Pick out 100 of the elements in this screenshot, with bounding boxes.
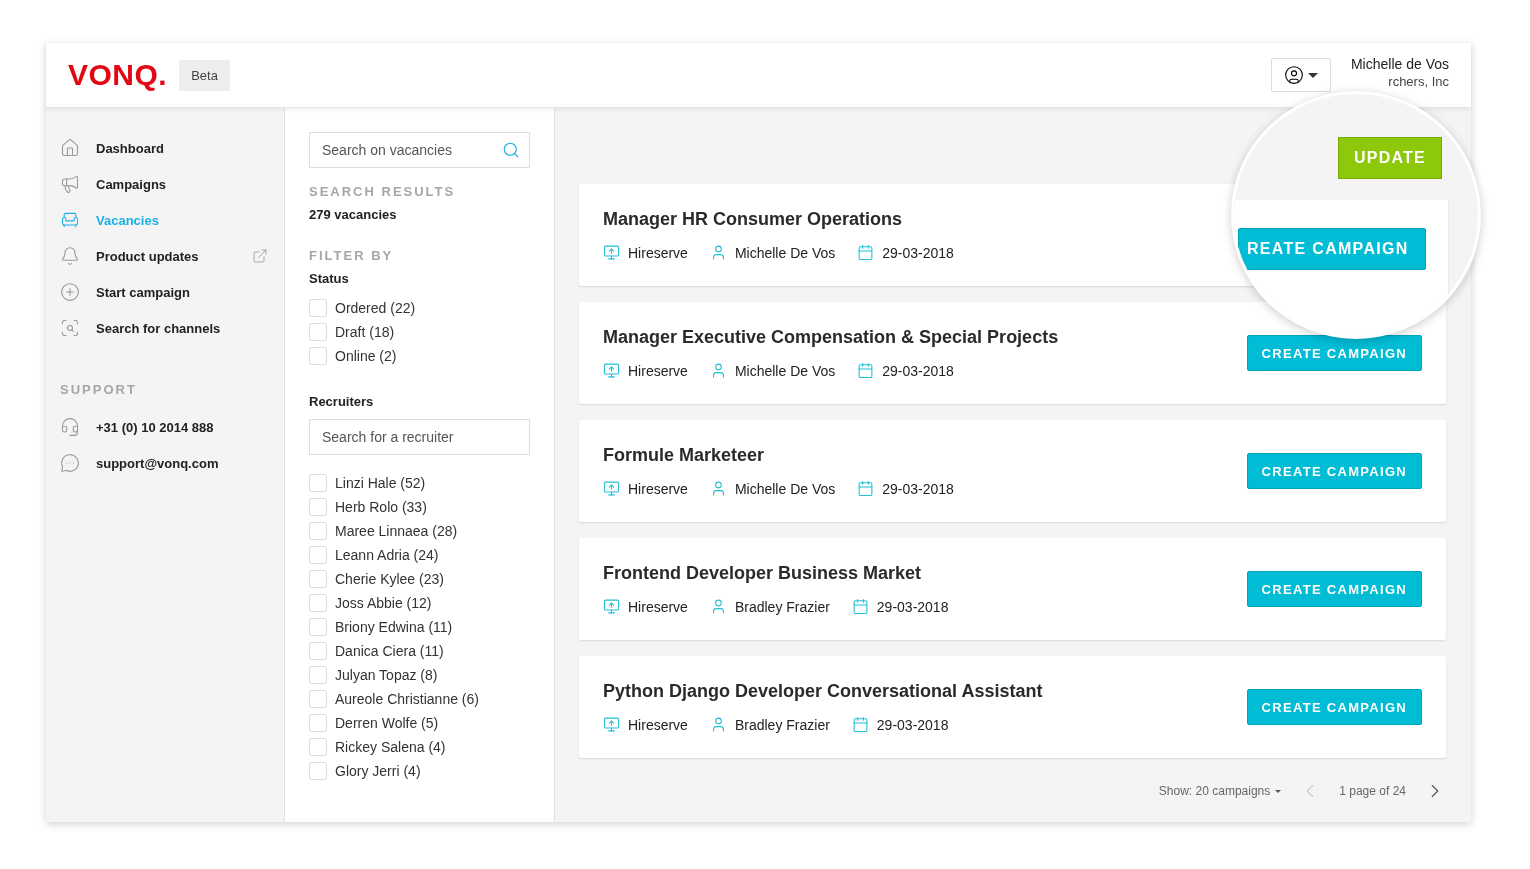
calendar-icon <box>857 362 875 379</box>
checkbox-row[interactable]: Joss Abbie (12) <box>309 591 530 615</box>
beta-badge: Beta <box>179 59 230 91</box>
checkbox-label: Rickey Salena (4) <box>335 739 446 755</box>
checkbox-row[interactable]: Briony Edwina (11) <box>309 615 530 639</box>
search-field[interactable]: Search on vacancies <box>309 132 530 168</box>
checkbox-label: Joss Abbie (12) <box>335 595 432 611</box>
checkbox[interactable] <box>309 690 327 708</box>
vacancy-title[interactable]: Frontend Developer Business Market <box>603 563 922 584</box>
checkbox-row[interactable]: Glory Jerri (4) <box>309 759 530 783</box>
support-link[interactable]: +31 (0) 10 2014 888 <box>60 409 270 445</box>
company-name: Hireserve <box>628 598 688 615</box>
checkbox-row[interactable]: Ordered (22) <box>309 296 530 320</box>
checkbox-row[interactable]: Linzi Hale (52) <box>309 471 530 495</box>
nav-item[interactable]: Dashboard <box>60 130 270 166</box>
recruiter-name: Michelle De Vos <box>734 362 836 379</box>
monitor-upload-icon <box>603 480 620 497</box>
user-name: Michelle de Vos <box>1350 55 1449 72</box>
recruiter-name: Michelle De Vos <box>734 480 836 497</box>
checkbox-label: Danica Ciera (11) <box>335 643 444 659</box>
avatar-icon <box>1283 65 1304 85</box>
checkbox-label: Maree Linnaea (28) <box>335 523 458 539</box>
checkbox-row[interactable]: Online (2) <box>309 344 530 368</box>
checkbox[interactable] <box>309 347 327 365</box>
plus-circle-icon <box>60 282 80 302</box>
checkbox-row[interactable]: Rickey Salena (4) <box>309 735 530 759</box>
recruiter-search-field[interactable]: Search for a recruiter <box>309 419 530 455</box>
company-name: rchers, Inc <box>1388 73 1449 89</box>
vacancy-title[interactable]: Manager HR Consumer Operations <box>603 209 903 230</box>
checkbox[interactable] <box>309 714 327 732</box>
checkbox-row[interactable]: Julyan Topaz (8) <box>309 663 530 687</box>
checkbox-row[interactable]: Leann Adria (24) <box>309 543 530 567</box>
checkbox-row[interactable]: Herb Rolo (33) <box>309 495 530 519</box>
checkbox[interactable] <box>309 546 327 564</box>
nav-item[interactable]: Campaigns <box>60 166 270 202</box>
calendar-icon <box>851 598 869 615</box>
recruiter-name: Bradley Frazier <box>734 598 830 615</box>
per-page-select[interactable]: Show: 20 campaigns <box>1158 784 1282 798</box>
filter-label: Status <box>309 271 350 286</box>
caret-icon <box>1275 789 1282 793</box>
monitor-upload-icon <box>603 716 620 733</box>
checkbox-label: Glory Jerri (4) <box>335 763 421 779</box>
vacancy-title[interactable]: Python Django Developer Conversational Assistant <box>603 681 1043 702</box>
caret-icon <box>1307 72 1318 78</box>
nav-item[interactable]: Start campaign <box>60 274 270 310</box>
checkbox-label: Julyan Topaz (8) <box>335 667 438 683</box>
section-title: SUPPORT <box>60 382 138 397</box>
checkbox[interactable] <box>309 522 327 540</box>
support-link[interactable]: support@vonq.com <box>60 445 270 481</box>
checkbox[interactable] <box>309 323 327 341</box>
megaphone-icon <box>60 174 80 194</box>
page-info: 1 page of 24 <box>1339 784 1406 798</box>
checkbox[interactable] <box>309 570 327 588</box>
company-name: Hireserve <box>628 480 688 497</box>
checkbox-label: Leann Adria (24) <box>335 547 439 563</box>
checkbox[interactable] <box>309 738 327 756</box>
checkbox-label: Herb Rolo (33) <box>335 499 427 515</box>
chair-icon <box>60 210 80 230</box>
company-name: Hireserve <box>628 362 688 379</box>
vacancy-date: 29-03-2018 <box>882 362 954 379</box>
vacancy-title[interactable]: Formule Marketeer <box>603 445 765 466</box>
checkbox[interactable] <box>309 498 327 516</box>
logo[interactable]: VONQ. <box>68 58 168 92</box>
recruiter-name: Michelle De Vos <box>734 244 836 261</box>
company-name: Hireserve <box>628 716 688 733</box>
checkbox[interactable] <box>309 642 327 660</box>
calendar-icon <box>857 244 875 261</box>
scan-search-icon <box>60 318 80 338</box>
checkbox-row[interactable]: Aureole Christianne (6) <box>309 687 530 711</box>
checkbox-row[interactable]: Draft (18) <box>309 320 530 344</box>
monitor-upload-icon <box>603 362 620 379</box>
checkbox-row[interactable]: Cherie Kylee (23) <box>309 567 530 591</box>
nav-item[interactable]: Search for channels <box>60 310 270 346</box>
checkbox[interactable] <box>309 666 327 684</box>
section-title: SEARCH RESULTS <box>309 184 457 199</box>
checkbox-label: Cherie Kylee (23) <box>335 571 444 587</box>
vacancy-title[interactable]: Manager Executive Compensation & Special Projects <box>603 327 1059 348</box>
calendar-icon <box>857 480 875 497</box>
checkbox[interactable] <box>309 762 327 780</box>
checkbox[interactable] <box>309 594 327 612</box>
company-name: Hireserve <box>628 244 688 261</box>
checkbox-label: Aureole Christianne (6) <box>335 691 479 707</box>
bell-icon <box>60 246 80 266</box>
checkbox-row[interactable]: Derren Wolfe (5) <box>309 711 530 735</box>
nav-item[interactable]: Product updates <box>60 238 270 274</box>
checkbox[interactable] <box>309 474 327 492</box>
calendar-icon <box>851 716 869 733</box>
checkbox-label: Derren Wolfe (5) <box>335 715 439 731</box>
checkbox-row[interactable]: Maree Linnaea (28) <box>309 519 530 543</box>
chat-icon <box>60 453 80 473</box>
checkbox[interactable] <box>309 618 327 636</box>
checkbox-label: Draft (18) <box>335 324 395 340</box>
checkbox-label: Linzi Hale (52) <box>335 475 426 491</box>
vacancy-date: 29-03-2018 <box>876 716 949 733</box>
vacancy-date: 29-03-2018 <box>882 244 954 261</box>
checkbox[interactable] <box>309 299 327 317</box>
checkbox-label: Briony Edwina (11) <box>335 619 453 635</box>
checkbox-row[interactable]: Danica Ciera (11) <box>309 639 530 663</box>
results-count: 279 vacancies <box>309 207 398 222</box>
avatar-button[interactable] <box>1270 58 1331 92</box>
